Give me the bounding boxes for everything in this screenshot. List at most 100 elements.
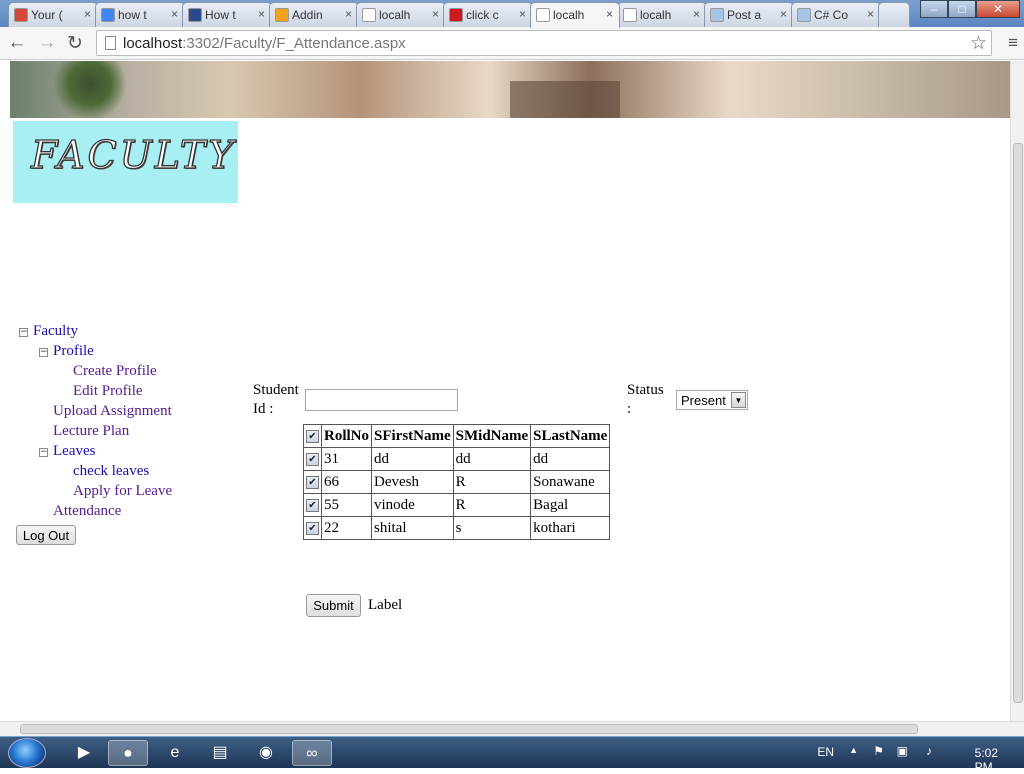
browser-tab[interactable]: click c × — [443, 2, 533, 27]
address-bar[interactable]: localhost:3302/Faculty/F_Attendance.aspx… — [96, 30, 992, 56]
browser-tab[interactable]: how t × — [95, 2, 185, 27]
close-tab-icon[interactable]: × — [432, 7, 439, 21]
row-checkbox[interactable]: ✔ — [306, 475, 319, 489]
file-explorer-icon[interactable]: ▤ — [200, 740, 240, 766]
status-select[interactable]: Present ▼ — [676, 390, 748, 410]
status-label: Status: — [627, 382, 664, 417]
browser-tab[interactable]: C# Co × — [791, 2, 881, 27]
table-row: ✔ 22 shital s kothari — [303, 516, 611, 540]
tree-item-create-profile[interactable]: Create Profile — [73, 363, 157, 380]
horizontal-scrollbar[interactable] — [0, 721, 1024, 736]
tree-item-lecture-plan[interactable]: Lecture Plan — [53, 423, 129, 440]
minimize-button[interactable]: – — [920, 0, 948, 18]
tree-item-profile[interactable]: Profile — [53, 343, 94, 360]
header-slastname: SLastName — [530, 424, 611, 448]
close-tab-icon[interactable]: × — [171, 7, 178, 21]
table-row: ✔ 31 dd dd dd — [303, 447, 611, 471]
cell-rollno: 22 — [321, 516, 372, 540]
reload-icon[interactable]: ↻ — [64, 32, 86, 55]
close-tab-icon[interactable]: × — [519, 7, 526, 21]
close-tab-icon[interactable]: × — [345, 7, 352, 21]
tree-item-upload-assignment[interactable]: Upload Assignment — [53, 403, 172, 420]
language-indicator[interactable]: EN — [817, 745, 834, 759]
close-tab-icon[interactable]: × — [258, 7, 265, 21]
network-icon[interactable]: ▣ — [897, 744, 908, 758]
table-row: ✔ 66 Devesh R Sonawane — [303, 470, 611, 494]
student-id-input[interactable] — [305, 389, 458, 411]
close-window-button[interactable]: ✕ — [976, 0, 1020, 18]
start-button[interactable] — [8, 738, 46, 768]
action-center-icon[interactable]: ⚑ — [873, 744, 884, 758]
maximize-button[interactable]: □ — [948, 0, 976, 18]
page-icon — [105, 36, 116, 50]
media-player-icon[interactable]: ▶ — [64, 740, 104, 766]
collapse-faculty-icon[interactable]: − — [19, 328, 28, 337]
tab-favicon-icon — [188, 8, 202, 22]
browser-tab[interactable]: How t × — [182, 2, 272, 27]
vertical-scrollbar[interactable] — [1010, 61, 1024, 721]
collapse-leaves-icon[interactable]: − — [39, 448, 48, 457]
page-viewport: FACULTY − Faculty − Profile Create Profi… — [0, 61, 1010, 721]
url-text[interactable]: localhost:3302/Faculty/F_Attendance.aspx — [123, 35, 406, 52]
tree-item-edit-profile[interactable]: Edit Profile — [73, 383, 143, 400]
close-tab-icon[interactable]: × — [606, 7, 613, 21]
close-tab-icon[interactable]: × — [693, 7, 700, 21]
tab-favicon-icon — [275, 8, 289, 22]
clock[interactable]: 5:02 PM — [975, 746, 998, 774]
tree-item-faculty[interactable]: Faculty — [33, 323, 78, 340]
cell-sfirstname: vinode — [371, 493, 454, 517]
back-icon[interactable]: ← — [6, 32, 28, 54]
select-all-checkbox[interactable]: ✔ — [306, 429, 319, 443]
row-checkbox[interactable]: ✔ — [306, 452, 319, 466]
browser-tab[interactable]: localh × — [530, 2, 620, 28]
row-checkbox[interactable]: ✔ — [306, 521, 319, 535]
internet-explorer-icon[interactable]: e — [155, 740, 195, 766]
row-select-cell: ✔ — [303, 447, 322, 471]
tab-favicon-icon — [101, 8, 115, 22]
tab-label: How t — [205, 8, 236, 22]
row-select-cell: ✔ — [303, 470, 322, 494]
cell-smidname: s — [452, 516, 532, 540]
browser-tab[interactable]: Addin × — [269, 2, 359, 27]
collapse-profile-icon[interactable]: − — [39, 348, 48, 357]
close-tab-icon[interactable]: × — [867, 7, 874, 21]
tab-label: localh — [379, 8, 411, 22]
window-controls: – □ ✕ — [920, 0, 1020, 20]
browser-tab[interactable]: localh × — [356, 2, 446, 27]
show-hidden-icons-icon[interactable]: ▲ — [849, 745, 858, 755]
volume-icon[interactable]: ♪ — [926, 744, 932, 758]
tab-favicon-icon — [362, 8, 376, 22]
visual-studio-icon[interactable]: ∞ — [292, 740, 332, 766]
tab-label: Post a — [727, 8, 762, 22]
tree-item-leaves[interactable]: Leaves — [53, 443, 95, 460]
tab-label: Your ( — [31, 8, 63, 22]
browser-tab[interactable]: Your ( × — [8, 2, 98, 27]
firefox-icon[interactable]: ◉ — [246, 740, 286, 766]
dropdown-arrow-icon[interactable]: ▼ — [731, 392, 746, 408]
windows-taskbar: ▶ ● e ▤ ◉ ∞ EN ▲ ⚑ ▣ ♪ 5:02 PM — [0, 736, 1024, 774]
header-smidname: SMidName — [452, 424, 532, 448]
row-checkbox[interactable]: ✔ — [306, 498, 319, 512]
browser-tab[interactable]: Post a × — [704, 2, 794, 27]
forward-icon[interactable]: → — [36, 32, 58, 54]
browser-tab[interactable]: localh × — [617, 2, 707, 27]
table-row: ✔ 55 vinode R Bagal — [303, 493, 611, 517]
tree-item-check-leaves[interactable]: check leaves — [73, 463, 149, 480]
tree-item-apply-leave[interactable]: Apply for Leave — [73, 483, 172, 500]
tree-item-attendance[interactable]: Attendance — [53, 503, 121, 520]
logout-button[interactable]: Log Out — [16, 525, 76, 545]
close-tab-icon[interactable]: × — [780, 7, 787, 21]
tab-label: localh — [553, 8, 585, 22]
bookmark-star-icon[interactable]: ☆ — [970, 32, 987, 55]
submit-button[interactable]: Submit — [306, 594, 361, 617]
new-tab-button[interactable] — [878, 2, 910, 27]
tab-label: localh — [640, 8, 672, 22]
close-tab-icon[interactable]: × — [84, 7, 91, 21]
chrome-taskbar-icon[interactable]: ● — [108, 740, 148, 766]
menu-icon[interactable]: ≡ — [1008, 33, 1018, 53]
header-banner-image — [10, 61, 1010, 118]
header-rollno: RollNo — [321, 424, 372, 448]
cell-sfirstname: shital — [371, 516, 454, 540]
row-select-cell: ✔ — [303, 516, 322, 540]
cell-smidname: R — [452, 470, 532, 494]
